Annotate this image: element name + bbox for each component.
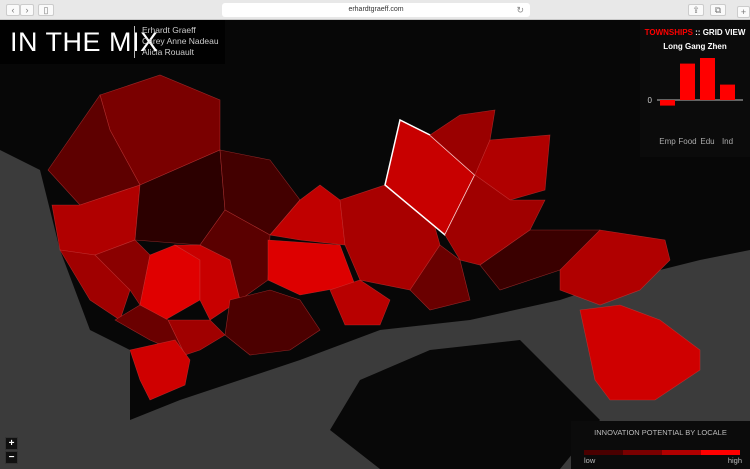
bar-label: Edu — [700, 137, 714, 146]
share-button[interactable]: ⇪ — [688, 4, 704, 16]
bar-emp — [660, 100, 675, 106]
address-bar[interactable]: erhardtgraeff.com ↻ — [222, 3, 530, 17]
ramp-step — [662, 450, 701, 455]
zoom-out-button[interactable]: − — [5, 451, 18, 464]
zero-label: 0 — [648, 96, 653, 105]
ramp-step — [701, 450, 740, 455]
bar-edu — [700, 58, 715, 100]
ramp-step — [623, 450, 662, 455]
bar-food — [680, 63, 695, 100]
bar-label: Ind — [722, 137, 733, 146]
township-detail-panel: TOWNSHIPS :: GRID VIEW Long Gang Zhen 0E… — [640, 20, 750, 157]
bar-label: Emp — [659, 137, 676, 146]
choropleth-map[interactable] — [0, 20, 750, 469]
ramp-step — [584, 450, 623, 455]
forward-button[interactable]: › — [20, 4, 34, 16]
bar-ind — [720, 84, 735, 100]
author: Alicia Rouault — [142, 47, 194, 57]
legend-title: INNOVATION POTENTIAL BY LOCALE — [594, 428, 727, 437]
sidebar-button[interactable]: ▯ — [38, 4, 54, 16]
title-divider — [134, 26, 135, 58]
township-bar-chart: 0 Emp Food Edu Ind — [648, 58, 743, 146]
back-button[interactable]: ‹ — [6, 4, 20, 16]
app-title: IN THE MIX — [10, 27, 159, 57]
reload-icon[interactable]: ↻ — [516, 3, 524, 17]
title-box: IN THE MIX Erhardt Graeff Carey Anne Nad… — [0, 20, 225, 64]
authors-list: Erhardt Graeff Carey Anne Nadeau Alicia … — [142, 25, 219, 58]
author: Carey Anne Nadeau — [142, 36, 219, 46]
new-tab-button[interactable]: + — [737, 6, 750, 18]
bar-label: Food — [678, 137, 696, 146]
zoom-in-button[interactable]: + — [5, 437, 18, 450]
browser-toolbar: ‹ › ▯ erhardtgraeff.com ↻ ⇪ ⧉ + — [0, 0, 750, 20]
legend-high: high — [727, 456, 742, 465]
tabs-button[interactable]: ⧉ — [710, 4, 726, 16]
color-ramp — [584, 450, 740, 455]
author: Erhardt Graeff — [142, 25, 196, 35]
url-text: erhardtgraeff.com — [348, 6, 404, 13]
legend: INNOVATION POTENTIAL BY LOCALE low high — [571, 421, 750, 469]
legend-low: low — [584, 456, 596, 465]
